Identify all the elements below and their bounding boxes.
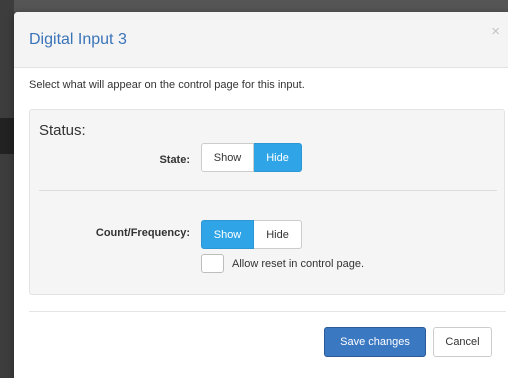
page-backdrop-strip [0, 118, 14, 154]
count-frequency-label: Count/Frequency: [95, 227, 190, 239]
save-changes-button[interactable]: Save changes [324, 327, 426, 357]
state-show-button[interactable]: Show [201, 143, 254, 172]
page-backdrop-top [0, 0, 508, 12]
close-icon[interactable]: × [491, 24, 500, 39]
intro-text: Select what will appear on the control p… [29, 79, 305, 91]
allow-reset-checkbox[interactable] [201, 254, 224, 273]
footer-divider [29, 311, 506, 312]
cancel-button[interactable]: Cancel [433, 327, 492, 357]
status-divider [39, 190, 497, 191]
state-toggle-group: Show Hide [201, 143, 302, 172]
count-frequency-toggle-group: Show Hide [201, 220, 302, 249]
modal-header: Digital Input 3 × [14, 12, 508, 68]
count-frequency-hide-button[interactable]: Hide [254, 220, 302, 249]
allow-reset-label: Allow reset in control page. [232, 257, 365, 270]
state-hide-button[interactable]: Hide [254, 143, 302, 172]
status-panel: Status: State: Show Hide Count/Frequency… [29, 109, 505, 295]
state-label: State: [159, 154, 190, 166]
page-backdrop-left [0, 0, 14, 378]
count-frequency-show-button[interactable]: Show [201, 220, 254, 249]
modal-title: Digital Input 3 [29, 31, 127, 48]
allow-reset-row: Allow reset in control page. [201, 254, 364, 273]
digital-input-modal: Digital Input 3 × Select what will appea… [14, 12, 508, 378]
status-heading: Status: [39, 122, 86, 139]
